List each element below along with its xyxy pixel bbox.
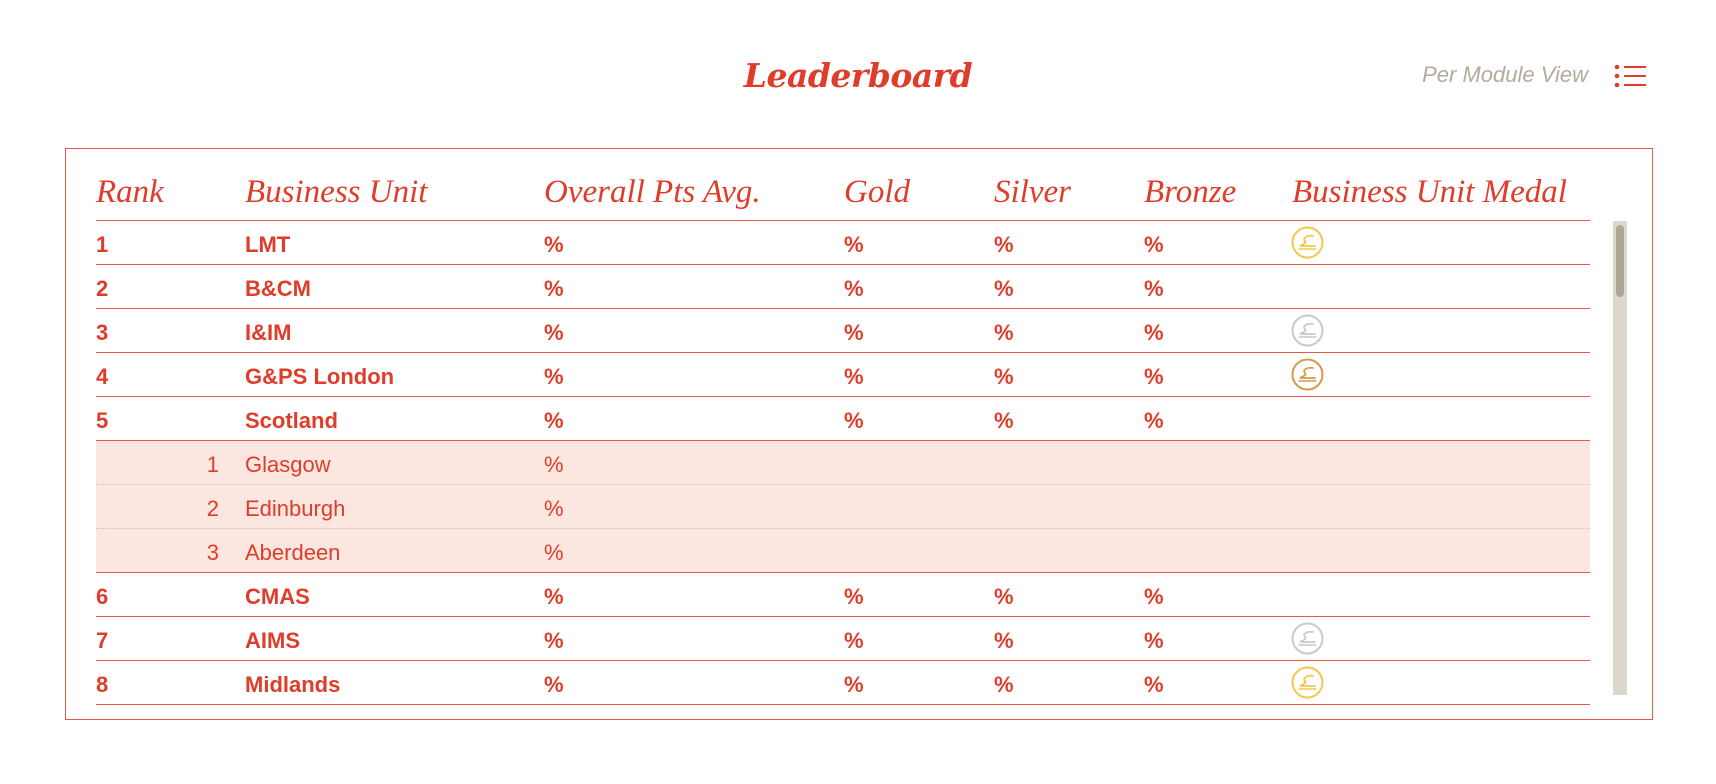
- column-header-bronze[interactable]: Bronze: [1144, 174, 1236, 211]
- cell-silver: %: [994, 584, 1014, 609]
- column-header-rank[interactable]: Rank: [96, 174, 164, 211]
- cell-bronze: %: [1144, 232, 1164, 257]
- cell-gold: %: [844, 232, 864, 257]
- leaderboard-table: Rank Business Unit Overall Pts Avg. Gold…: [96, 168, 1590, 705]
- medal-icon: [1291, 314, 1324, 347]
- per-module-view-link[interactable]: Per Module View: [1422, 62, 1588, 88]
- column-header-silver[interactable]: Silver: [994, 174, 1071, 211]
- cell-gold: %: [844, 628, 864, 653]
- cell-gold: %: [844, 584, 864, 609]
- column-header-overall-pts[interactable]: Overall Pts Avg.: [544, 174, 761, 211]
- column-header-business-unit[interactable]: Business Unit: [245, 174, 427, 211]
- sub-cell-unit: Glasgow: [245, 452, 331, 477]
- cell-unit: AIMS: [245, 628, 300, 653]
- cell-unit: G&PS London: [245, 364, 395, 389]
- cell-unit: CMAS: [245, 584, 310, 609]
- table-row[interactable]: 3 I&IM%%%%: [96, 309, 1590, 353]
- table-row[interactable]: 4 G&PS London%%%%: [96, 353, 1590, 397]
- cell-gold: %: [844, 408, 864, 433]
- sub-cell-rank: 3: [206, 540, 219, 565]
- sub-cell-pts: %: [544, 496, 564, 521]
- table-row[interactable]: 6 CMAS%%%%: [96, 573, 1590, 617]
- cell-pts: %: [544, 672, 564, 697]
- cell-rank: 5: [96, 408, 109, 433]
- cell-pts: %: [544, 320, 564, 345]
- cell-pts: %: [544, 584, 564, 609]
- cell-pts: %: [544, 276, 564, 301]
- cell-gold: %: [844, 320, 864, 345]
- table-row[interactable]: 8 Midlands%%%%: [96, 661, 1590, 705]
- cell-silver: %: [994, 276, 1014, 301]
- list-icon[interactable]: [1614, 64, 1648, 88]
- cell-rank: 7: [96, 628, 109, 653]
- sub-cell-unit: Edinburgh: [245, 496, 346, 521]
- cell-silver: %: [994, 232, 1014, 257]
- sub-cell-rank: 1: [206, 452, 219, 477]
- cell-pts: %: [544, 364, 564, 389]
- cell-pts: %: [544, 408, 564, 433]
- cell-silver: %: [994, 320, 1014, 345]
- cell-rank: 3: [96, 320, 109, 345]
- cell-gold: %: [844, 276, 864, 301]
- cell-pts: %: [544, 628, 564, 653]
- table-row[interactable]: 1 LMT%%%%: [96, 221, 1590, 265]
- cell-pts: %: [544, 232, 564, 257]
- cell-silver: %: [994, 364, 1014, 389]
- cell-bronze: %: [1144, 408, 1164, 433]
- cell-bronze: %: [1144, 276, 1164, 301]
- sub-cell-unit: Aberdeen: [245, 540, 341, 565]
- cell-gold: %: [844, 672, 864, 697]
- medal-icon: [1291, 226, 1324, 259]
- table-row[interactable]: 5 Scotland%%%%: [96, 397, 1590, 441]
- cell-rank: 2: [96, 276, 109, 301]
- sub-cell-rank: 2: [206, 496, 219, 521]
- table-row[interactable]: 2 B&CM%%%%: [96, 265, 1590, 309]
- sub-unit-row[interactable]: 2 Edinburgh%: [96, 485, 1590, 529]
- cell-bronze: %: [1144, 320, 1164, 345]
- cell-rank: 8: [96, 672, 109, 697]
- medal-icon: [1291, 358, 1324, 391]
- scrollbar[interactable]: [1613, 221, 1627, 695]
- table-row[interactable]: 7 AIMS%%%%: [96, 617, 1590, 661]
- sub-unit-row[interactable]: 3 Aberdeen%: [96, 529, 1590, 573]
- column-header-business-unit-medal[interactable]: Business Unit Medal: [1292, 174, 1567, 211]
- medal-icon: [1291, 666, 1324, 699]
- cell-bronze: %: [1144, 628, 1164, 653]
- cell-silver: %: [994, 628, 1014, 653]
- sub-cell-pts: %: [544, 452, 564, 477]
- cell-rank: 1: [96, 232, 109, 257]
- medal-icon: [1291, 622, 1324, 655]
- scrollbar-thumb[interactable]: [1616, 225, 1624, 297]
- cell-bronze: %: [1144, 584, 1164, 609]
- cell-unit: LMT: [245, 232, 291, 257]
- cell-unit: I&IM: [245, 320, 292, 345]
- column-header-gold[interactable]: Gold: [844, 174, 910, 211]
- cell-unit: B&CM: [245, 276, 311, 301]
- cell-rank: 4: [96, 364, 109, 389]
- sub-cell-pts: %: [544, 540, 564, 565]
- cell-rank: 6: [96, 584, 109, 609]
- cell-gold: %: [844, 364, 864, 389]
- table-body: 1 LMT%%%% 2 B&CM%%%% 3 I&IM%%%% 4 G&PS London%%…: [96, 221, 1590, 705]
- sub-unit-row[interactable]: 1 Glasgow%: [96, 441, 1590, 485]
- cell-silver: %: [994, 672, 1014, 697]
- cell-bronze: %: [1144, 364, 1164, 389]
- cell-bronze: %: [1144, 672, 1164, 697]
- cell-unit: Scotland: [245, 408, 338, 433]
- table-header: Rank Business Unit Overall Pts Avg. Gold…: [96, 168, 1590, 221]
- cell-unit: Midlands: [245, 672, 341, 697]
- cell-silver: %: [994, 408, 1014, 433]
